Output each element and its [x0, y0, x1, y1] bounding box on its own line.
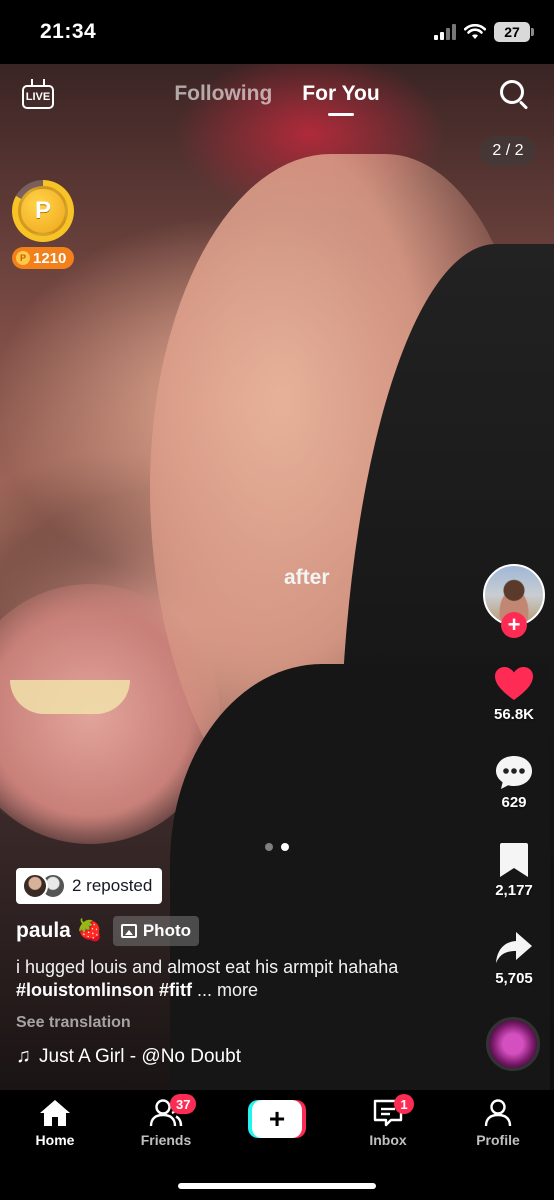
status-bar: 21:34 27 [0, 0, 554, 64]
nav-friends-label: Friends [140, 1132, 192, 1148]
friends-badge: 37 [170, 1094, 197, 1114]
author-username[interactable]: paula 🍓 [16, 919, 103, 943]
post-author-row: paula 🍓 Photo [16, 916, 199, 946]
sound-disc-icon[interactable] [486, 1017, 540, 1071]
nav-home-label: Home [35, 1132, 75, 1148]
share-count: 5,705 [495, 970, 533, 987]
coin-count: 1210 [33, 249, 67, 267]
home-indicator[interactable] [178, 1183, 376, 1189]
tab-for-you[interactable]: For You [302, 82, 380, 116]
home-icon [40, 1100, 70, 1126]
like-count: 56.8K [493, 706, 535, 723]
nav-profile-label: Profile [476, 1132, 520, 1148]
carousel-dot-active [281, 843, 289, 851]
coin-small-icon: P [16, 251, 30, 265]
inbox-badge: 1 [394, 1094, 414, 1114]
photo-type-label: Photo [142, 921, 191, 940]
post-caption[interactable]: i hugged louis and almost eat his armpit… [16, 956, 456, 1002]
share-button[interactable]: 5,705 [478, 930, 550, 987]
profile-icon [484, 1099, 512, 1127]
bookmark-count: 2,177 [495, 882, 533, 899]
battery-indicator: 27 [494, 22, 534, 42]
repost-text: 2 reposted [72, 876, 153, 895]
repost-avatars [22, 873, 66, 899]
photo-overlay-text: after [284, 566, 330, 589]
repost-avatar [22, 873, 48, 899]
feed-tabs: Following For You [0, 82, 554, 116]
bookmark-button[interactable]: 2,177 [478, 842, 550, 899]
like-button[interactable]: 56.8K [478, 666, 550, 723]
tab-following[interactable]: Following [174, 82, 272, 106]
status-icons: 27 [434, 22, 534, 42]
photo-smile-region [10, 680, 130, 714]
coin-symbol: P [34, 197, 51, 224]
comment-button[interactable]: 629 [478, 754, 550, 811]
carousel-indicator [265, 843, 289, 851]
music-note-icon: ♫ [16, 1045, 31, 1067]
caption-hashtags[interactable]: #louistomlinson #fitf [16, 980, 192, 1000]
caption-text: i hugged louis and almost eat his armpit… [16, 957, 399, 977]
sound-row[interactable]: ♫ Just A Girl - @No Doubt [16, 1045, 241, 1068]
see-translation-link[interactable]: See translation [16, 1014, 131, 1032]
nav-home[interactable]: Home [5, 1098, 105, 1148]
repost-chip[interactable]: 2 reposted [16, 868, 163, 904]
plus-icon: + [252, 1100, 302, 1138]
caption-more-link[interactable]: ... more [192, 980, 258, 1000]
follow-plus-button[interactable]: + [501, 612, 527, 638]
nav-inbox[interactable]: Inbox 1 [338, 1094, 438, 1148]
comment-count: 629 [501, 794, 527, 811]
nav-friends[interactable]: Friends 37 [116, 1094, 216, 1148]
image-icon [120, 924, 137, 938]
photo-type-tag: Photo [112, 916, 199, 946]
sound-title: Just A Girl - @No Doubt [39, 1045, 241, 1067]
search-icon[interactable] [500, 80, 530, 110]
carousel-dot [265, 843, 273, 851]
create-button[interactable]: + [248, 1100, 306, 1138]
nav-profile[interactable]: Profile [448, 1098, 548, 1148]
share-icon [496, 932, 532, 963]
bookmark-icon [500, 843, 528, 877]
comment-icon [496, 756, 532, 789]
cellular-signal-icon [434, 24, 456, 40]
coin-count-badge[interactable]: P 1210 [12, 247, 75, 269]
search-icon-handle [518, 100, 529, 110]
wifi-icon [464, 24, 486, 39]
photo-page-counter: 2 / 2 [480, 136, 536, 166]
status-time: 21:34 [40, 20, 97, 43]
coin-icon: P [18, 186, 68, 236]
nav-inbox-label: Inbox [369, 1132, 407, 1148]
coin-reward-widget[interactable]: P [12, 180, 74, 242]
heart-icon [495, 667, 533, 700]
creator-avatar-container: + [483, 564, 545, 638]
